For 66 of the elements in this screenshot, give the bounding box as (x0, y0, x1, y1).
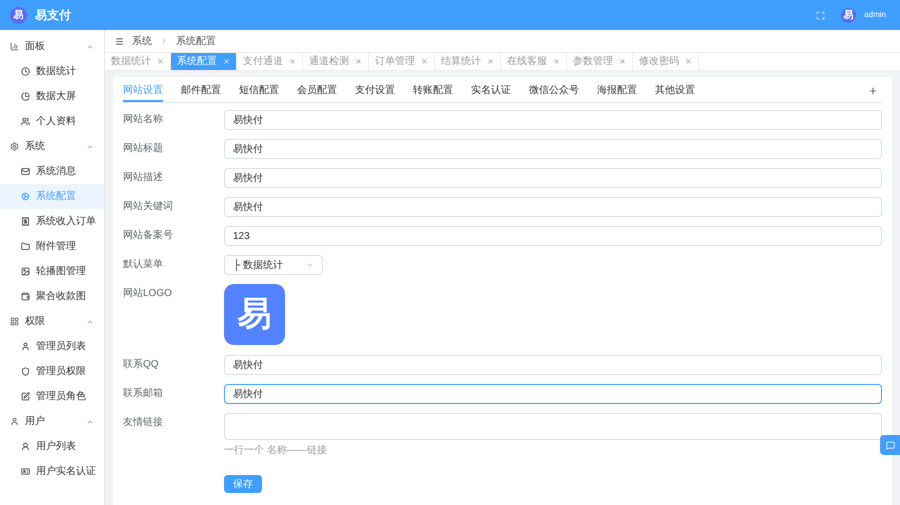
sidebar-item[interactable]: 数据统计 (0, 59, 104, 84)
fullscreen-icon[interactable] (816, 10, 826, 20)
chevron-icon (306, 261, 314, 269)
sidebar-item[interactable]: 聚合收款图 (0, 284, 104, 309)
sidebar-group[interactable]: 系统 (0, 134, 104, 159)
field-label: 网站LOGO (123, 286, 173, 301)
sidebar-group[interactable]: 用户 (0, 409, 104, 434)
textarea-field[interactable] (224, 413, 882, 440)
config-tab[interactable]: 实名认证 (471, 80, 511, 102)
text-field[interactable]: 易快付 (224, 168, 882, 188)
field-label: 网站备案号 (123, 228, 174, 243)
logo-badge: 易 (10, 6, 27, 24)
config-tab[interactable]: 转账配置 (413, 80, 453, 102)
config-tab[interactable]: 邮件配置 (181, 80, 221, 102)
close-icon[interactable] (619, 58, 626, 65)
separator-icon (160, 37, 168, 45)
field-hint: 一行一个 名称——链接 (224, 445, 328, 457)
config-tab[interactable]: 微信公众号 (529, 80, 579, 102)
sidebar-item[interactable]: 用户列表 (0, 434, 104, 459)
avatar[interactable]: 易 (841, 8, 856, 22)
sidebar-item[interactable]: 用户实名认证 (0, 459, 104, 484)
text-field[interactable]: 易快付 (224, 197, 882, 217)
close-icon[interactable] (685, 58, 692, 65)
close-icon[interactable] (289, 58, 296, 65)
chat-float-button[interactable] (880, 435, 900, 455)
config-tab[interactable]: 其他设置 (655, 80, 695, 102)
chat-icon (886, 440, 894, 450)
close-icon[interactable] (157, 58, 164, 65)
sidebar-item[interactable]: 系统收入订单 (0, 209, 104, 234)
sidebar-group[interactable]: 面板 (0, 34, 104, 59)
field-label: 网站描述 (123, 170, 164, 185)
text-field[interactable]: 易快付 (224, 139, 882, 159)
field-label: 网站名称 (123, 112, 164, 127)
select-field[interactable]: ├ 数据统计 (224, 255, 323, 275)
sidebar-item[interactable]: 个人资料 (0, 109, 104, 134)
sidebar-item[interactable]: 系统消息 (0, 159, 104, 184)
field-label: 网站关键词 (123, 200, 174, 214)
app-title: 易支付 (35, 7, 71, 24)
close-icon[interactable] (553, 58, 560, 65)
field-label: 联系QQ (123, 358, 160, 372)
text-field[interactable]: 123 (224, 226, 882, 246)
text-field[interactable]: 易快付 (224, 384, 882, 404)
sidebar-item[interactable]: 附件管理 (0, 234, 104, 259)
sidebar-group[interactable]: 权限 (0, 309, 104, 334)
sidebar-item[interactable]: 管理员角色 (0, 384, 104, 409)
field-label: 联系邮箱 (123, 386, 164, 401)
field-label: 默认菜单 (123, 258, 164, 272)
config-tab[interactable]: 短信配置 (239, 80, 279, 102)
close-icon[interactable] (355, 58, 362, 65)
text-field[interactable]: 易快付 (224, 110, 882, 130)
sidebar-item[interactable]: 轮播图管理 (0, 259, 104, 284)
sidebar-item[interactable]: 管理员列表 (0, 334, 104, 359)
config-tab[interactable]: 海报配置 (597, 80, 637, 102)
config-tab[interactable]: 会员配置 (297, 80, 337, 102)
field-label: 网站标题 (123, 142, 164, 156)
breadcrumb-item: 系统配置 (176, 34, 216, 48)
add-icon[interactable] (868, 86, 878, 96)
logo-image[interactable]: 易 (224, 284, 285, 345)
text-field[interactable]: 易快付 (224, 355, 882, 375)
sidebar-item[interactable]: 管理员权限 (0, 359, 104, 384)
breadcrumb-item[interactable]: 系统 (132, 34, 152, 48)
close-icon[interactable] (487, 58, 494, 65)
field-label: 友情链接 (123, 416, 164, 430)
sidebar-item[interactable]: 数据大屏 (0, 84, 104, 109)
close-icon[interactable] (421, 58, 428, 65)
config-tab[interactable]: 支付设置 (355, 80, 395, 102)
